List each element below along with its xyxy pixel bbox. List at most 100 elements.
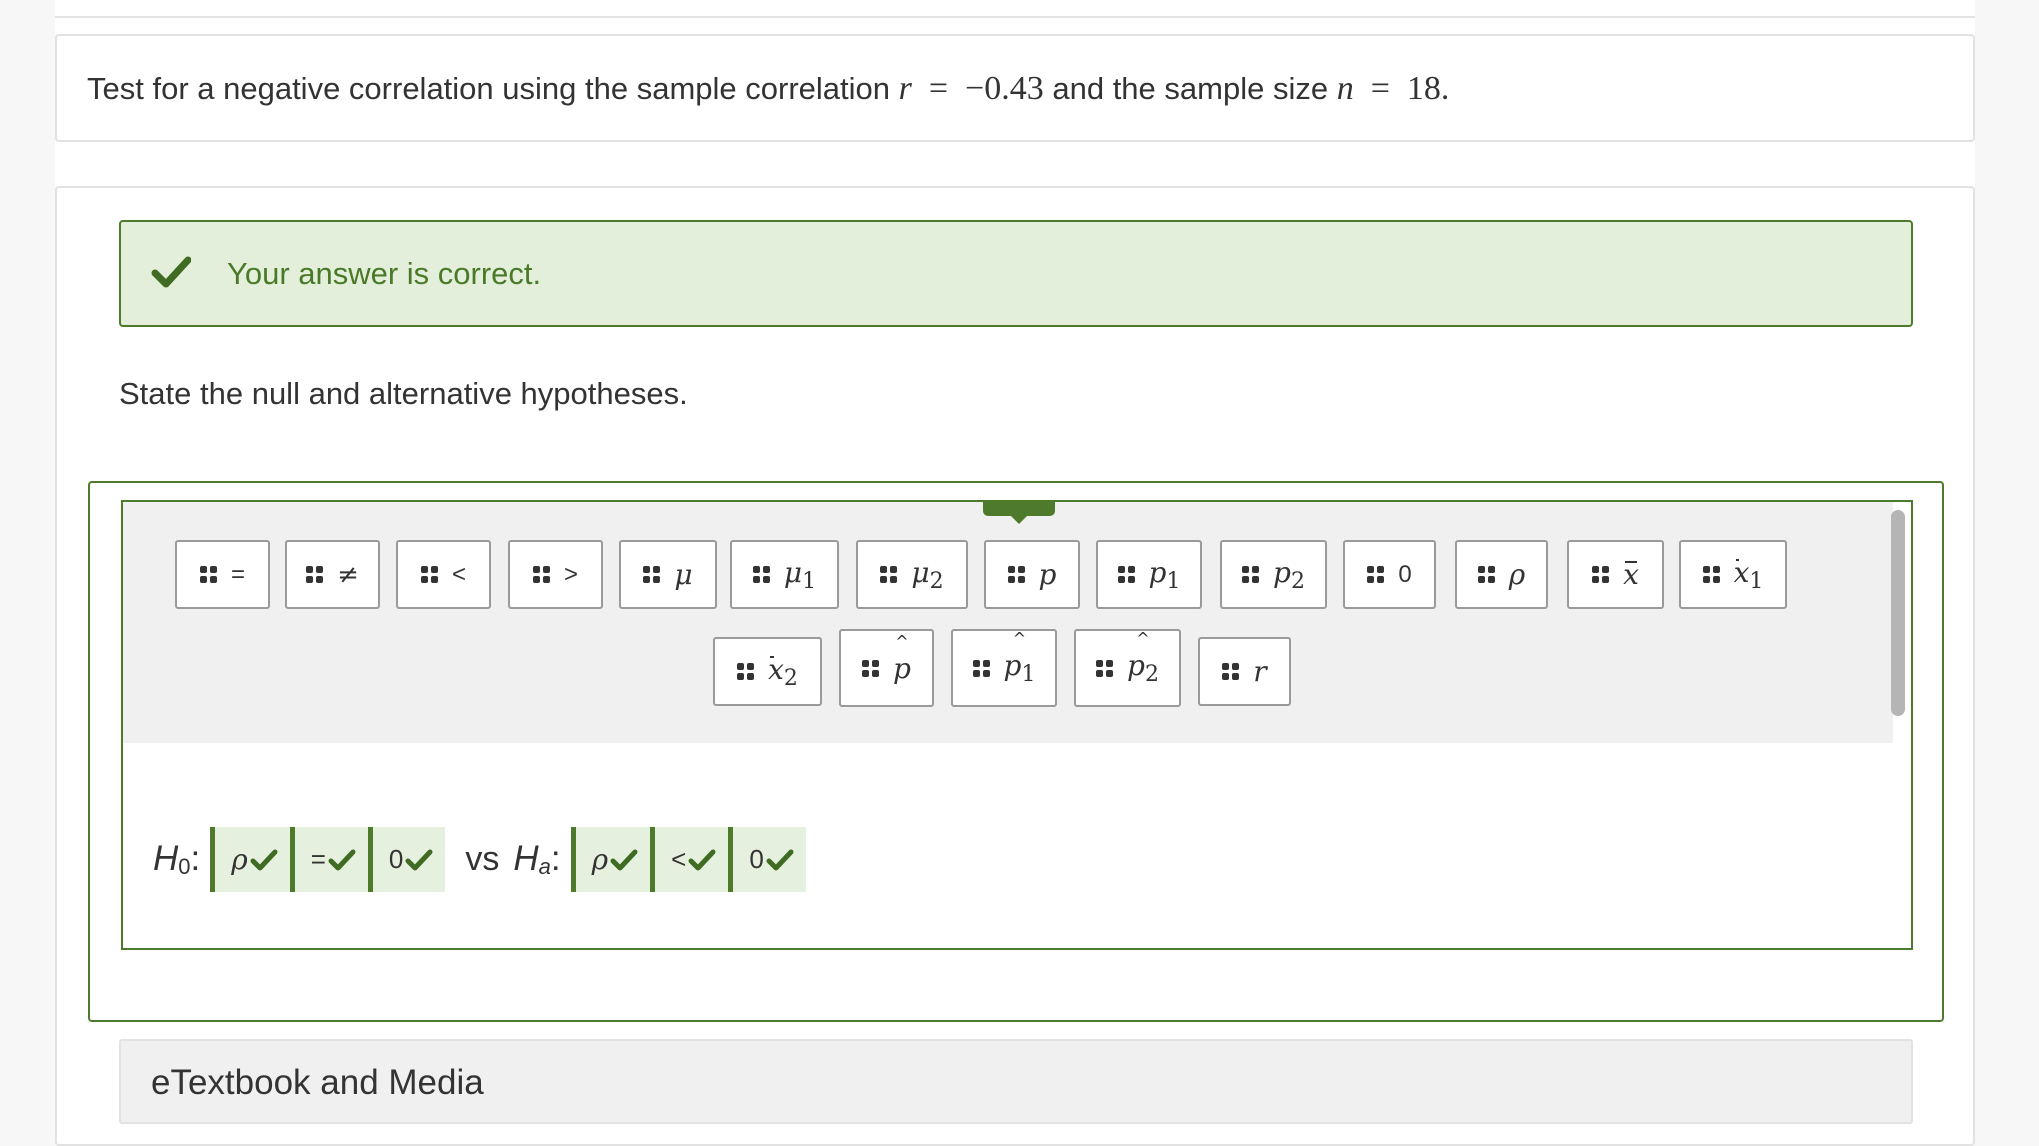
hat-icon: ^ — [895, 631, 909, 651]
vs-label: vs — [465, 840, 500, 878]
tile-equals[interactable]: = — [175, 540, 270, 609]
tile-label: μ2 — [911, 555, 944, 594]
drag-grip-icon — [880, 566, 898, 583]
tile-label: ^ p2 — [1127, 629, 1159, 687]
page-column: Test for a negative correlation using th… — [55, 0, 1975, 1146]
r-equals: = — [928, 70, 949, 107]
tile-x-bar-2[interactable]: x2 — [713, 637, 822, 706]
slot-value: ρ — [231, 843, 248, 876]
hat-icon: ^ — [1012, 629, 1027, 648]
tile-rho[interactable]: ρ — [1455, 540, 1548, 609]
ha-parameter-slot[interactable]: ρ — [570, 827, 651, 892]
drag-grip-icon — [306, 566, 324, 583]
etextbook-media-toggle[interactable]: eTextbook and Media — [119, 1039, 1913, 1124]
tile-p-1[interactable]: p1 — [1096, 540, 1202, 609]
tile-x-bar[interactable]: x — [1567, 540, 1664, 609]
symbol-palette: = ≠ < > μ μ1 μ2 p p1 p2 0 ρ x x1 x2 ^ p … — [123, 502, 1893, 743]
checkmark-icon — [328, 849, 356, 870]
drag-grip-icon — [1242, 566, 1260, 583]
drag-and-drop-panel: = ≠ < > μ μ1 μ2 p p1 p2 0 ρ x x1 x2 ^ p … — [121, 500, 1913, 950]
question-text-middle: and the sample size — [1052, 71, 1329, 106]
slot-value: 0 — [749, 844, 764, 874]
question-text-before: Test for a negative correlation using th… — [87, 71, 890, 106]
previous-section-strip — [55, 0, 1975, 18]
hat-icon: ^ — [1136, 629, 1150, 648]
panel-drag-handle[interactable] — [983, 500, 1055, 524]
drag-grip-icon — [1007, 566, 1025, 583]
drag-and-drop-area: = ≠ < > μ μ1 μ2 p p1 p2 0 ρ x x1 x2 ^ p … — [88, 481, 1944, 1022]
drag-grip-icon — [1702, 566, 1720, 583]
n-value: 18. — [1406, 70, 1450, 107]
hypotheses-row: H0: ρ = 0 vs Ha: ρ < 0 — [153, 827, 806, 892]
tile-label: p2 — [1273, 555, 1305, 594]
tile-not-equal[interactable]: ≠ — [285, 540, 380, 609]
tile-label: < — [451, 560, 466, 588]
tile-label: x1 — [1733, 555, 1764, 594]
slot-value: = — [310, 844, 326, 874]
tile-label: μ — [674, 558, 693, 591]
drag-grip-icon — [862, 659, 880, 677]
tile-p-hat[interactable]: ^ p — [839, 629, 934, 707]
tile-label: ^ p1 — [1003, 629, 1036, 687]
tile-label: x2 — [768, 652, 798, 691]
tile-label: ^ p — [893, 631, 911, 685]
tile-greater-than[interactable]: > — [508, 540, 603, 609]
tile-mu-1[interactable]: μ1 — [730, 540, 839, 609]
h0-parameter-slot[interactable]: ρ — [210, 827, 290, 892]
drag-grip-icon — [737, 663, 755, 680]
tile-p-hat-2[interactable]: ^ p2 — [1074, 629, 1181, 707]
n-symbol: n — [1336, 70, 1354, 107]
drag-grip-icon — [1096, 659, 1114, 677]
tile-x-bar-1[interactable]: x1 — [1679, 540, 1787, 609]
drag-grip-icon — [643, 566, 661, 583]
checkmark-icon — [610, 849, 638, 870]
etextbook-media-label: eTextbook and Media — [151, 1063, 484, 1102]
tile-label: μ1 — [783, 555, 817, 594]
tile-label: p1 — [1148, 555, 1181, 594]
tile-p[interactable]: p — [984, 540, 1080, 609]
answer-card: Your answer is correct. State the null a… — [55, 186, 1975, 1146]
drag-grip-icon — [1117, 566, 1135, 583]
ha-value-slot[interactable]: 0 — [728, 827, 806, 892]
h0-operator-slot[interactable]: = — [289, 827, 368, 892]
r-expression: r = −0.43 — [899, 70, 1044, 107]
n-expression: n = 18. — [1337, 70, 1450, 107]
checkmark-icon — [688, 849, 716, 870]
checkmark-icon — [250, 849, 278, 870]
tile-label: = — [230, 560, 245, 588]
drag-grip-icon — [1477, 566, 1495, 583]
r-symbol: r — [898, 70, 912, 107]
feedback-message: Your answer is correct. — [227, 256, 542, 291]
question-text: Test for a negative correlation using th… — [87, 70, 1449, 108]
question-box: Test for a negative correlation using th… — [55, 34, 1975, 142]
slot-value: < — [671, 844, 687, 874]
checkmark-icon — [766, 849, 794, 870]
r-value: −0.43 — [965, 70, 1044, 107]
ha-operator-slot[interactable]: < — [650, 827, 729, 892]
drag-grip-icon — [752, 566, 770, 583]
palette-scrollbar[interactable] — [1891, 510, 1905, 716]
n-equals: = — [1370, 70, 1390, 107]
drag-grip-icon — [420, 566, 438, 583]
tile-mu-2[interactable]: μ2 — [856, 540, 968, 609]
tile-label: 0 — [1398, 560, 1412, 588]
tile-less-than[interactable]: < — [396, 540, 491, 609]
tile-p-hat-1[interactable]: ^ p1 — [951, 629, 1057, 707]
tile-p-2[interactable]: p2 — [1220, 540, 1327, 609]
tile-label: p — [1038, 558, 1057, 591]
ha-label: Ha: — [513, 839, 561, 879]
tile-zero[interactable]: 0 — [1343, 540, 1436, 609]
drag-grip-icon — [1222, 663, 1240, 680]
drag-grip-icon — [1367, 566, 1385, 583]
tile-r[interactable]: r — [1198, 637, 1291, 706]
slot-value: 0 — [388, 844, 404, 874]
question-prompt: State the null and alternative hypothese… — [119, 376, 688, 411]
drag-grip-icon — [532, 566, 550, 583]
h0-value-slot[interactable]: 0 — [367, 827, 446, 892]
tile-mu[interactable]: μ — [619, 540, 717, 609]
drag-grip-icon — [1592, 566, 1610, 583]
drag-grip-icon — [972, 659, 990, 677]
h0-label: H0: — [153, 839, 201, 879]
correct-feedback-banner: Your answer is correct. — [119, 220, 1913, 327]
tile-label: ρ — [1508, 558, 1526, 591]
